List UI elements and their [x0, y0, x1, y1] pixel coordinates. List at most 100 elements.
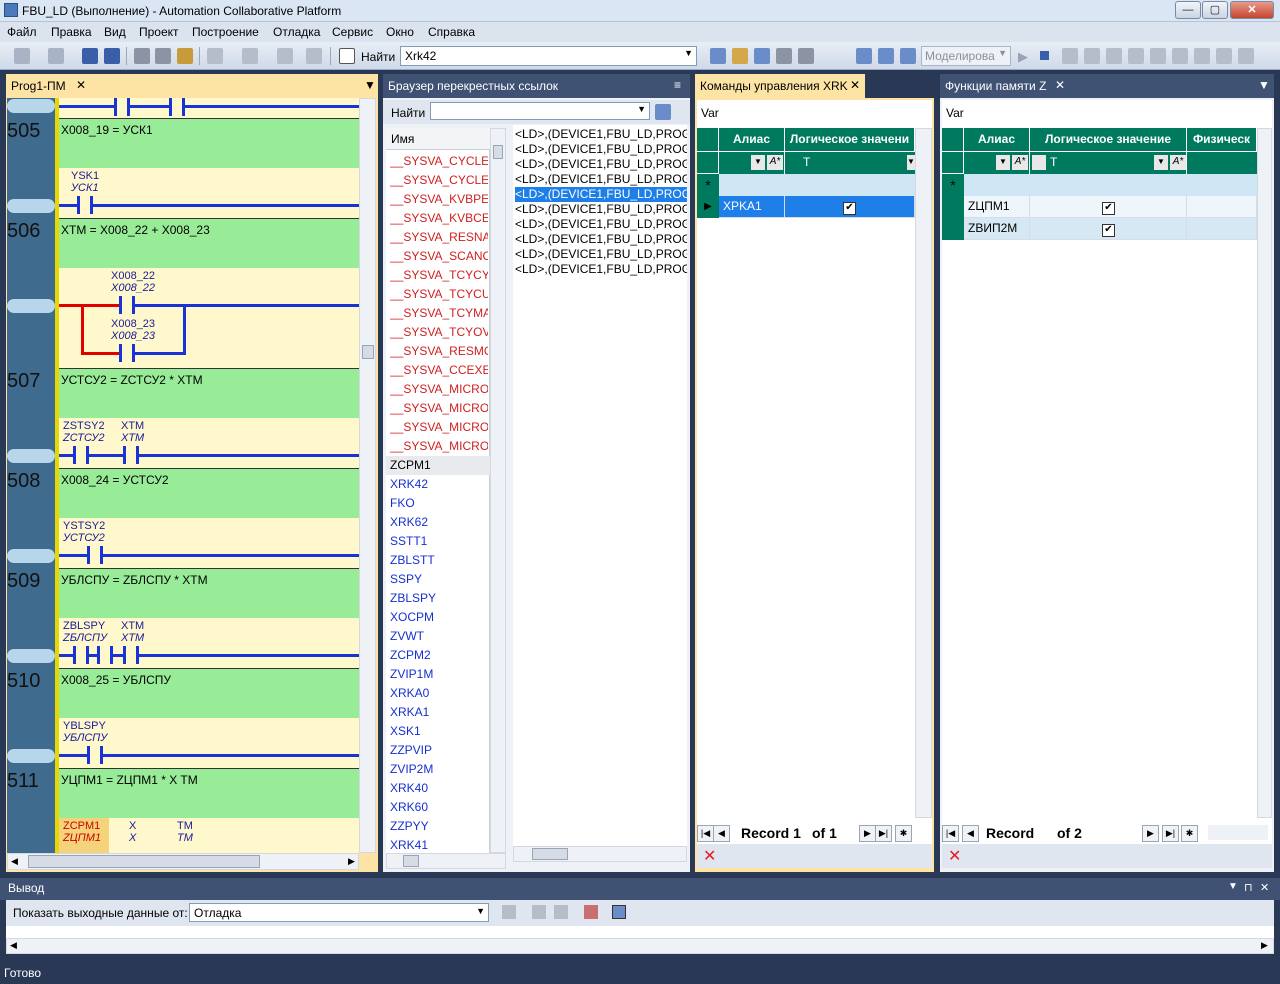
xref-name-item[interactable]: ZCPM1	[386, 456, 490, 475]
checkbox[interactable]: ✔	[1102, 224, 1115, 237]
chevron-down-icon[interactable]: ▼	[1154, 155, 1168, 170]
ladder-hscrollbar[interactable]: ◀ ▶	[7, 853, 359, 870]
new-row[interactable]	[964, 174, 1257, 196]
menu-help[interactable]: Справка	[428, 25, 475, 39]
window-icon[interactable]	[754, 48, 770, 64]
column-header-alias[interactable]: Алиас	[964, 128, 1030, 152]
arrow-left-icon[interactable]: ◀	[11, 856, 18, 867]
connect-icon[interactable]	[1194, 48, 1210, 64]
disconnect-icon[interactable]	[1216, 48, 1232, 64]
xref-name-item[interactable]: ZBLSPY	[390, 589, 488, 608]
list-icon[interactable]	[900, 48, 916, 64]
redo-icon[interactable]	[242, 48, 258, 64]
xref-reference-item[interactable]: <LD>,(DEVICE1,FBU_LD,PROG1):	[515, 217, 687, 232]
save-all-icon[interactable]	[104, 48, 120, 64]
xref-name-item[interactable]: __SYSVA_RESMODI	[390, 342, 488, 361]
column-header-logic[interactable]: Логическое значение	[1030, 128, 1187, 152]
xref-reference-list[interactable]: <LD>,(DEVICE1,FBU_LD,PROG1): <LD>,(DEVICE…	[513, 125, 687, 853]
menu-edit[interactable]: Правка	[51, 25, 92, 39]
prev-record-icon[interactable]: ◀	[962, 825, 979, 842]
xref-name-item[interactable]: XRK62	[390, 513, 488, 532]
contact-symbol[interactable]	[119, 296, 135, 314]
xref-name-item[interactable]: __SYSVA_MICROTC	[390, 399, 488, 418]
grid-cell-logic[interactable]: ✔	[785, 196, 915, 218]
xref-name-item[interactable]: XRK42	[390, 475, 488, 494]
prev-message-icon[interactable]	[532, 905, 546, 919]
checkbox[interactable]: ✔	[843, 202, 856, 215]
menu-window[interactable]: Окно	[386, 25, 414, 39]
step-out-icon[interactable]	[1128, 48, 1144, 64]
contact-symbol[interactable]	[77, 196, 93, 214]
xref-column-header[interactable]: Имя	[386, 128, 490, 150]
close-icon[interactable]: ✕	[1260, 881, 1269, 894]
xref-name-item[interactable]: __SYSVA_CYCLEDA	[390, 171, 488, 190]
xref-reference-item[interactable]: <LD>,(DEVICE1,FBU_LD,PROG1):	[515, 247, 687, 262]
xref-name-item[interactable]: __SYSVA_RESNAMI	[390, 228, 488, 247]
close-icon[interactable]: ✕	[1055, 78, 1065, 92]
cut-icon[interactable]	[134, 48, 150, 64]
new-record-icon[interactable]: ✱	[1181, 825, 1198, 842]
close-icon[interactable]: ✕	[850, 78, 860, 92]
settings-icon[interactable]	[776, 48, 792, 64]
tab-zmem[interactable]: Функции памяти Z ✕ ▼	[940, 74, 1274, 98]
xref-name-item[interactable]: ZVWT	[390, 627, 488, 646]
xref-name-item[interactable]: ZCPM2	[390, 646, 488, 665]
xref-reference-item[interactable]: <LD>,(DEVICE1,FBU_LD,PROG1):	[515, 157, 687, 172]
tab-xrk[interactable]: Команды управления XRK ✕	[695, 74, 865, 98]
clear-all-icon[interactable]	[584, 905, 598, 919]
navigator-hscrollbar[interactable]	[1208, 825, 1268, 840]
scroll-thumb[interactable]	[532, 848, 568, 860]
xref-name-item[interactable]: __SYSVA_MICROTC	[390, 437, 488, 456]
step-into-icon[interactable]	[1084, 48, 1100, 64]
xref-name-item[interactable]: ZZPVIP	[390, 741, 488, 760]
word-wrap-icon[interactable]	[612, 905, 626, 919]
column-header-alias[interactable]: Алиас	[719, 128, 785, 152]
xref-name-item[interactable]: __SYSVA_TCYCYCT	[390, 266, 488, 285]
next-message-icon[interactable]	[554, 905, 568, 919]
zmem-vscrollbar[interactable]	[1257, 128, 1272, 818]
new-record-icon[interactable]: ✱	[895, 825, 912, 842]
ladder-vscrollbar[interactable]	[359, 98, 376, 853]
first-record-icon[interactable]: |◀	[942, 825, 959, 842]
xref-name-item[interactable]: ZZPYY	[390, 817, 488, 836]
xref-name-item[interactable]: __SYSVA_TCYOVEF	[390, 323, 488, 342]
xref-find-input[interactable]: ▼	[430, 102, 650, 120]
new-row[interactable]	[719, 174, 915, 196]
xref-names-hscrollbar[interactable]	[386, 853, 506, 869]
copy-icon[interactable]	[155, 48, 171, 64]
play-icon[interactable]: ▶	[1018, 49, 1028, 65]
xref-name-item[interactable]: __SYSVA_TCYCURF	[390, 285, 488, 304]
arrow-right-icon[interactable]: ▶	[348, 856, 355, 867]
xref-name-item[interactable]: ZVIP2M	[390, 760, 488, 779]
menu-icon[interactable]: ≡	[674, 78, 681, 92]
last-record-icon[interactable]: ▶|	[875, 825, 892, 842]
xref-reference-item[interactable]: <LD>,(DEVICE1,FBU_LD,PROG1):	[515, 127, 687, 142]
ladder-diagram[interactable]: X008_19 = УСК1 505 YSK1 УСК1 XTM = X008_…	[7, 98, 359, 853]
xref-refs-hscrollbar[interactable]	[513, 846, 687, 862]
xref-name-item[interactable]: XRKA0	[390, 684, 488, 703]
arrow-right-icon[interactable]: ▶	[1261, 940, 1268, 951]
prev-record-icon[interactable]: ◀	[713, 825, 730, 842]
xref-name-item[interactable]: __SYSVA_SCANCNT	[390, 247, 488, 266]
xref-name-item[interactable]: __SYSVA_MICROTC	[390, 418, 488, 437]
save-icon[interactable]	[82, 48, 98, 64]
grid-cell-physical[interactable]	[1187, 218, 1257, 240]
arrow-left-icon[interactable]: ◀	[10, 940, 17, 951]
tab-xref[interactable]: Браузер перекрестных ссылок ≡	[383, 74, 690, 98]
xref-name-list[interactable]: __SYSVA_CYCLECN__SYSVA_CYCLEDA__SYSVA_KV…	[386, 150, 490, 853]
contact-symbol[interactable]	[123, 646, 139, 664]
find-icon[interactable]	[339, 48, 355, 64]
chevron-down-icon[interactable]: ▼	[751, 155, 765, 170]
contact-symbol[interactable]	[97, 646, 113, 664]
goto-icon[interactable]	[502, 905, 516, 919]
xref-name-item[interactable]: XRK60	[390, 798, 488, 817]
grid-cell-logic[interactable]: ✔	[1030, 196, 1187, 218]
grid-cell-alias[interactable]: ZЦПМ1	[964, 196, 1030, 218]
stop-icon[interactable]	[1040, 51, 1049, 60]
xref-name-item[interactable]: FKO	[390, 494, 488, 513]
close-button[interactable]: ✕	[1230, 1, 1274, 19]
menu-view[interactable]: Вид	[104, 25, 126, 39]
first-record-icon[interactable]: |◀	[697, 825, 714, 842]
xref-name-item[interactable]: __SYSVA_CCEXEC	[390, 361, 488, 380]
xref-reference-item[interactable]: <LD>,(DEVICE1,FBU_LD,PROG1):	[515, 262, 687, 277]
